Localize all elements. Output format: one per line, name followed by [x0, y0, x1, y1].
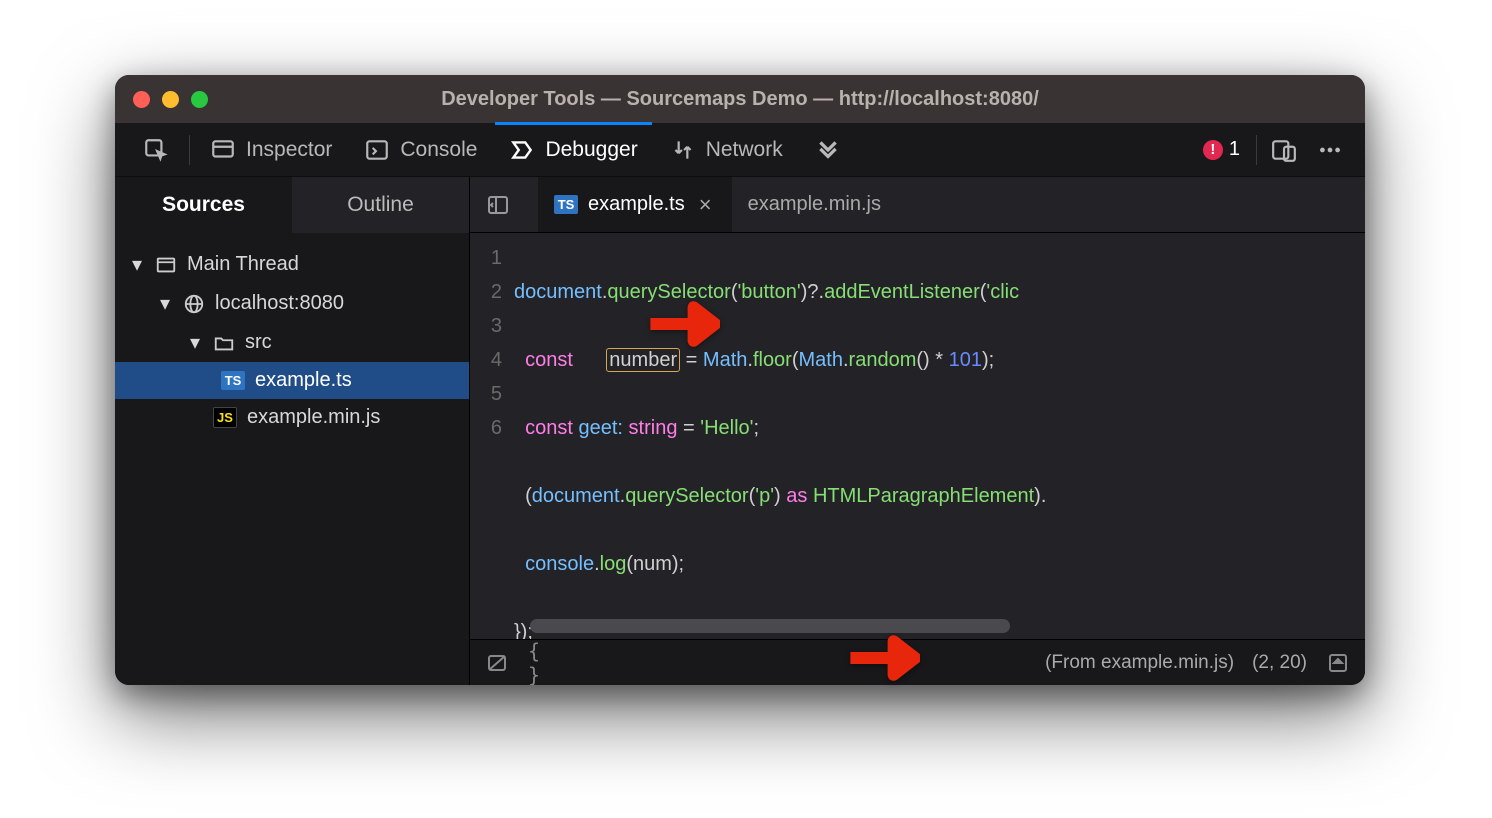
tab-network-label: Network: [706, 138, 783, 162]
tree-label: Main Thread: [187, 253, 299, 276]
close-tab-button[interactable]: ×: [695, 192, 716, 218]
annotation-arrow-icon: [848, 630, 920, 691]
toolbar: Inspector Console Debugger Network 1: [115, 123, 1365, 177]
tree-main-thread[interactable]: ▾ Main Thread: [115, 245, 469, 284]
zoom-window-button[interactable]: [191, 91, 208, 108]
chevron-down-icon: ▾: [187, 330, 203, 355]
devtools-window: Developer Tools — Sourcemaps Demo — http…: [115, 75, 1365, 685]
chevron-down-icon: ▾: [129, 252, 145, 277]
responsive-mode-button[interactable]: [1263, 123, 1305, 177]
tab-console[interactable]: Console: [350, 123, 491, 177]
editor-tab-example-min-js[interactable]: example.min.js: [732, 177, 897, 232]
tab-debugger-label: Debugger: [545, 138, 637, 162]
typescript-icon: TS: [554, 195, 578, 214]
sidebar-tab-outline[interactable]: Outline: [292, 177, 469, 233]
tree-label: src: [245, 331, 272, 354]
toggle-sidebar-button[interactable]: [478, 185, 518, 225]
code-content: document.querySelector('button')?.addEve…: [514, 233, 1365, 639]
editor-tab-label: example.ts: [588, 193, 685, 216]
tab-console-label: Console: [400, 138, 477, 162]
sidebar-tab-sources[interactable]: Sources: [115, 177, 292, 233]
javascript-icon: JS: [213, 407, 237, 428]
tree-label: example.ts: [255, 369, 352, 392]
gutter: 123456: [470, 233, 514, 639]
window-icon: [155, 254, 177, 276]
tree-label: localhost:8080: [215, 292, 344, 315]
chevron-down-icon: ▾: [157, 291, 173, 316]
tab-network[interactable]: Network: [656, 123, 797, 177]
tab-inspector-label: Inspector: [246, 138, 332, 162]
titlebar: Developer Tools — Sourcemaps Demo — http…: [115, 75, 1365, 123]
horizontal-scrollbar[interactable]: [530, 619, 1010, 633]
sidebar: Sources Outline ▾ Main Thread ▾ localhos…: [115, 177, 470, 685]
pretty-print-button[interactable]: { }: [528, 650, 554, 676]
kebab-menu-button[interactable]: [1309, 123, 1351, 177]
pick-element-button[interactable]: [129, 123, 183, 177]
source-tree: ▾ Main Thread ▾ localhost:8080 ▾ src TS …: [115, 233, 469, 448]
folder-icon: [213, 332, 235, 354]
annotation-arrow-icon: [648, 296, 720, 357]
typescript-icon: TS: [221, 371, 245, 390]
overflow-tabs-button[interactable]: [801, 123, 855, 177]
error-icon: [1203, 140, 1223, 160]
tree-host[interactable]: ▾ localhost:8080: [115, 284, 469, 323]
traffic-lights: [133, 91, 208, 108]
tab-debugger[interactable]: Debugger: [495, 123, 651, 177]
tree-file-example-ts[interactable]: TS example.ts: [115, 362, 469, 399]
minimize-window-button[interactable]: [162, 91, 179, 108]
code-editor[interactable]: 123456 document.querySelector('button')?…: [470, 233, 1365, 639]
window-title: Developer Tools — Sourcemaps Demo — http…: [115, 88, 1365, 111]
sourcemap-origin: (From example.min.js): [1045, 652, 1234, 674]
editor-tabs: TS example.ts × example.min.js: [470, 177, 1365, 233]
tree-folder-src[interactable]: ▾ src: [115, 323, 469, 362]
tree-file-example-min-js[interactable]: JS example.min.js: [115, 399, 469, 436]
map-scopes-icon[interactable]: [1325, 650, 1351, 676]
editor-pane: TS example.ts × example.min.js 123456 do…: [470, 177, 1365, 685]
editor-tab-label: example.min.js: [748, 193, 881, 216]
editor-tab-example-ts[interactable]: TS example.ts ×: [538, 177, 732, 232]
globe-icon: [183, 293, 205, 315]
tree-label: example.min.js: [247, 406, 380, 429]
sidebar-tabs: Sources Outline: [115, 177, 469, 233]
tab-inspector[interactable]: Inspector: [196, 123, 346, 177]
error-count-badge[interactable]: 1: [1193, 138, 1250, 161]
cursor-position: (2, 20): [1252, 652, 1307, 674]
close-window-button[interactable]: [133, 91, 150, 108]
blackbox-icon[interactable]: [484, 650, 510, 676]
error-count: 1: [1229, 138, 1240, 161]
